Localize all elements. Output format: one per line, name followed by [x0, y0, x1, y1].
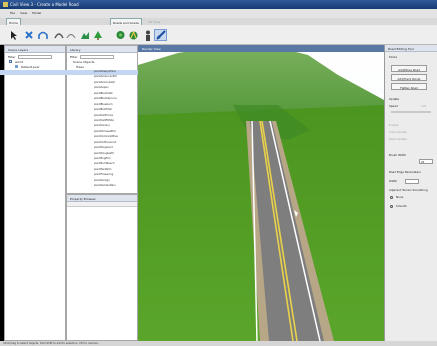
smoothing-label: Adjacent Terrain Smoothing [389, 188, 428, 192]
add-move-road-button[interactable]: Add/Move Road [391, 65, 427, 72]
auto-update-option[interactable]: Auto Update [389, 130, 407, 134]
brush-width-field[interactable]: 20 [419, 159, 433, 164]
road-tool-panel: Road Editing Tool Mode Add/Move Road Add… [384, 45, 437, 341]
arch-tool-icon[interactable] [36, 29, 49, 41]
scene-tree: world Default.pver [5, 60, 65, 70]
add-track-points-button[interactable]: Add/Track Points [391, 74, 427, 81]
library-item[interactable]: plantGoldenRain [0, 184, 138, 189]
road-tool-icon[interactable] [127, 29, 140, 41]
tab-roads-and-grade[interactable]: Roads and Grade [110, 18, 142, 25]
brush-width-value: 20 [421, 161, 425, 164]
road-update-option[interactable]: Road Update [389, 137, 407, 141]
menu-model[interactable]: Model [32, 11, 41, 18]
speed-value: Inct [421, 104, 427, 108]
enable-option[interactable]: Enable [389, 123, 399, 127]
property-panel-title: Property Browser [67, 195, 137, 202]
speed-slider[interactable] [391, 111, 431, 113]
viewport-title: Render View [138, 45, 384, 52]
tree-tool-icon[interactable] [114, 29, 127, 41]
tab-home[interactable]: Home [6, 18, 21, 25]
brush-width-label: Brush Width [389, 153, 407, 157]
menu-file[interactable]: File [10, 11, 15, 18]
road-edge-label: Road Edge Parameters [389, 170, 421, 174]
width-label: Width [389, 179, 398, 183]
app-icon [3, 2, 8, 7]
width-field[interactable] [405, 179, 419, 184]
terrain-scene [138, 45, 384, 341]
tree-node-default-label: Default.pver [20, 65, 40, 69]
render-viewport[interactable] [138, 45, 384, 341]
tree-node-world-label: world [14, 60, 24, 64]
library-item-list: plantAlleppoPine plantAmericanEm plantAr… [0, 70, 138, 192]
cross-tool-icon[interactable] [22, 29, 35, 41]
terrain-tool-icon[interactable] [78, 29, 91, 41]
radio-none[interactable] [390, 196, 393, 199]
scene-filter: Filter [5, 53, 65, 60]
scene-panel-title: Scene Layers [5, 46, 65, 53]
camera-tool-icon[interactable] [154, 29, 167, 41]
ribbon-tabs: Home Roads and Grade 3D View [0, 18, 437, 25]
status-text: Click/drag to select objects. Hold Shift… [3, 342, 99, 345]
property-panel: Property Browser [66, 194, 138, 341]
status-bar: Click/drag to select objects. Hold Shift… [0, 341, 437, 346]
flatten-road-button[interactable]: Flatten Road [391, 83, 427, 90]
radio-smooth-label: Smooth [396, 204, 407, 208]
radio-none-label: None [396, 195, 404, 199]
property-toolbar [67, 202, 137, 207]
window-title-bar: Civil View 3 - Create a Model Road [0, 0, 437, 9]
menu-bar: File View Model [0, 9, 437, 18]
scene-filter-input[interactable] [18, 55, 53, 59]
library-panel-title: Library [67, 46, 137, 53]
world-node-icon [9, 60, 12, 63]
update-section-label: Update [389, 97, 400, 101]
tab-3d-view[interactable]: 3D View [146, 18, 162, 25]
arc-tool-icon[interactable] [64, 29, 77, 41]
library-groups: Scene Objects Trees [67, 60, 137, 70]
speed-label: Speed [389, 104, 398, 108]
select-arrow-icon[interactable] [8, 29, 21, 41]
radio-smooth[interactable] [390, 205, 393, 208]
road-tool-title: Road Editing Tool [385, 45, 437, 52]
mode-label: Mode [389, 55, 398, 59]
window-title: Civil View 3 - Create a Model Road [10, 2, 79, 7]
layer-node-icon [15, 65, 18, 68]
figure-tool-icon[interactable] [141, 29, 154, 41]
library-filter: Filter [67, 53, 137, 60]
library-filter-input[interactable] [80, 55, 115, 59]
menu-view[interactable]: View [20, 11, 27, 18]
vegetation-tool-icon[interactable] [91, 29, 104, 41]
toolbar [0, 25, 437, 45]
